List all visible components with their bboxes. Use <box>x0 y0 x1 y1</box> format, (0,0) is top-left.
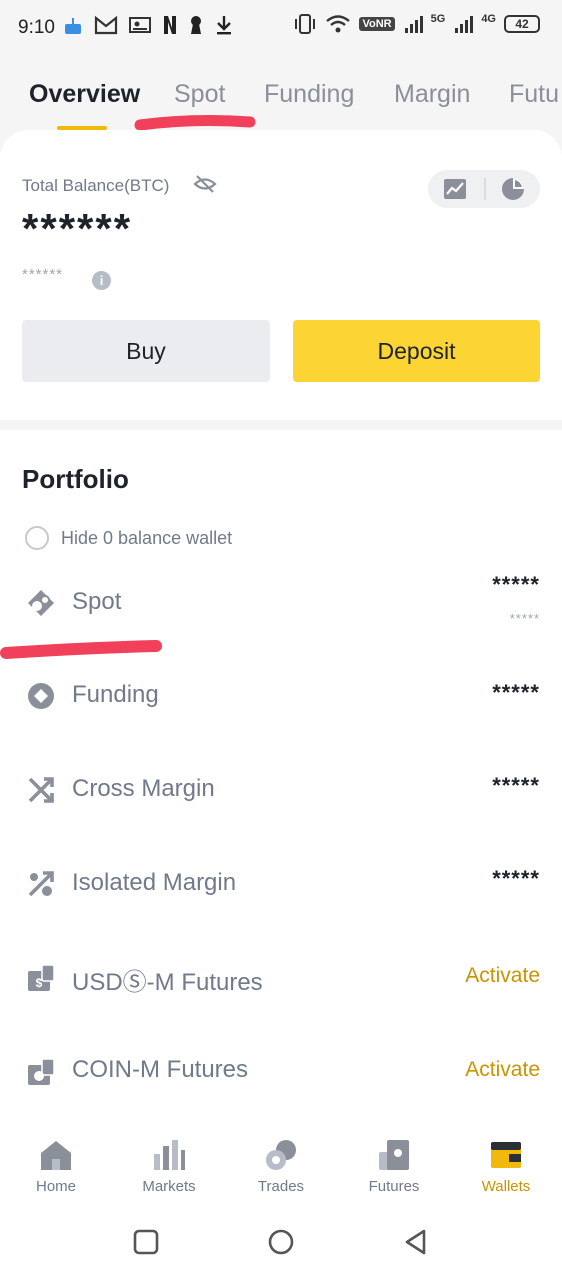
notification-icons <box>62 14 234 36</box>
wallet-label-coin-futures[interactable]: COIN-M Futures <box>72 1056 248 1084</box>
wallet-label-spot[interactable]: Spot <box>72 588 121 616</box>
battery-icon: 42 <box>504 15 540 33</box>
annotation-underline-spot-wallet <box>0 640 162 659</box>
nav-home[interactable]: Home <box>11 1138 101 1195</box>
status-time: 9:10 <box>18 17 55 38</box>
line-chart-icon[interactable] <box>443 178 467 200</box>
download-icon <box>214 14 234 36</box>
markets-icon <box>154 1140 185 1170</box>
hide-balance-icon[interactable] <box>193 173 217 195</box>
wallet-value-spot: ***** <box>492 572 540 597</box>
nav-markets[interactable]: Markets <box>124 1138 214 1195</box>
wallet-label-cross-margin[interactable]: Cross Margin <box>72 775 215 803</box>
nav-label-trades: Trades <box>257 1178 305 1195</box>
signal-5g-icon <box>403 13 431 35</box>
tab-funding[interactable]: Funding <box>264 80 354 109</box>
recent-apps-icon[interactable] <box>132 1228 160 1256</box>
wallet-subvalue-spot: ***** <box>509 611 540 626</box>
chart-toggle-divider <box>484 178 486 200</box>
wallet-value-isolated-margin: ***** <box>492 866 540 891</box>
nav-label-futures: Futures <box>368 1178 420 1195</box>
gmail-icon <box>94 15 118 35</box>
nav-label-home: Home <box>35 1178 76 1195</box>
nav-wallets[interactable]: Wallets <box>461 1138 551 1195</box>
isolated-margin-icon <box>28 871 54 897</box>
pie-chart-icon[interactable] <box>500 176 526 202</box>
tab-overview[interactable]: Overview <box>29 80 140 109</box>
hide-zero-balance-radio[interactable] <box>25 526 49 550</box>
net-label-4g: 4G <box>481 13 496 25</box>
tab-spot[interactable]: Spot <box>174 80 225 109</box>
nav-label-markets: Markets <box>142 1178 196 1195</box>
trades-icon <box>266 1140 296 1170</box>
wallets-icon <box>491 1142 521 1168</box>
svg-text:$: $ <box>36 976 43 990</box>
net-label-5g: 5G <box>430 13 446 25</box>
nav-label-wallets: Wallets <box>481 1178 531 1195</box>
wallet-label-usds-futures[interactable]: USDⓈ-M Futures <box>72 962 263 997</box>
nav-trades[interactable]: Trades <box>236 1138 326 1195</box>
wallet-value-cross-margin: ***** <box>492 773 540 798</box>
signal-4g-icon <box>453 13 481 35</box>
home-icon <box>41 1141 71 1170</box>
buy-button[interactable]: Buy <box>22 320 270 382</box>
wallet-value-funding: ***** <box>492 680 540 705</box>
netflix-icon <box>162 14 178 36</box>
spot-icon <box>28 590 54 616</box>
info-icon[interactable]: i <box>92 271 111 290</box>
tab-futures[interactable]: Futu <box>509 80 559 109</box>
total-balance-value: ****** <box>22 205 133 252</box>
system-status-icons: VoNR 5G 4G 42 <box>293 13 540 35</box>
wallet-label-isolated-margin[interactable]: Isolated Margin <box>72 869 236 897</box>
nav-futures[interactable]: Futures <box>349 1138 439 1195</box>
image-icon <box>128 15 152 35</box>
portfolio-title: Portfolio <box>22 464 129 494</box>
home-button-icon[interactable] <box>267 1228 295 1256</box>
coin-futures-icon <box>28 1058 55 1085</box>
total-balance-fiat: ****** <box>22 266 64 283</box>
tab-margin[interactable]: Margin <box>394 80 470 109</box>
funding-icon <box>28 683 54 709</box>
vibrate-icon <box>293 13 317 35</box>
activate-usds-futures-link[interactable]: Activate <box>465 964 540 988</box>
deposit-button[interactable]: Deposit <box>293 320 540 382</box>
volte-badge: VoNR <box>359 17 395 31</box>
activate-coin-futures-link[interactable]: Activate <box>465 1058 540 1082</box>
keyhole-icon <box>188 14 204 36</box>
wallet-label-funding[interactable]: Funding <box>72 681 159 709</box>
total-balance-label: Total Balance(BTC) <box>22 176 170 195</box>
cross-margin-icon <box>28 777 54 803</box>
cake-icon <box>62 14 84 36</box>
section-divider <box>0 420 562 430</box>
usds-futures-icon: $ <box>28 964 55 991</box>
futures-icon <box>379 1140 409 1170</box>
back-icon[interactable] <box>402 1228 430 1256</box>
hide-zero-balance-label[interactable]: Hide 0 balance wallet <box>61 528 232 549</box>
wifi-icon <box>325 14 351 34</box>
